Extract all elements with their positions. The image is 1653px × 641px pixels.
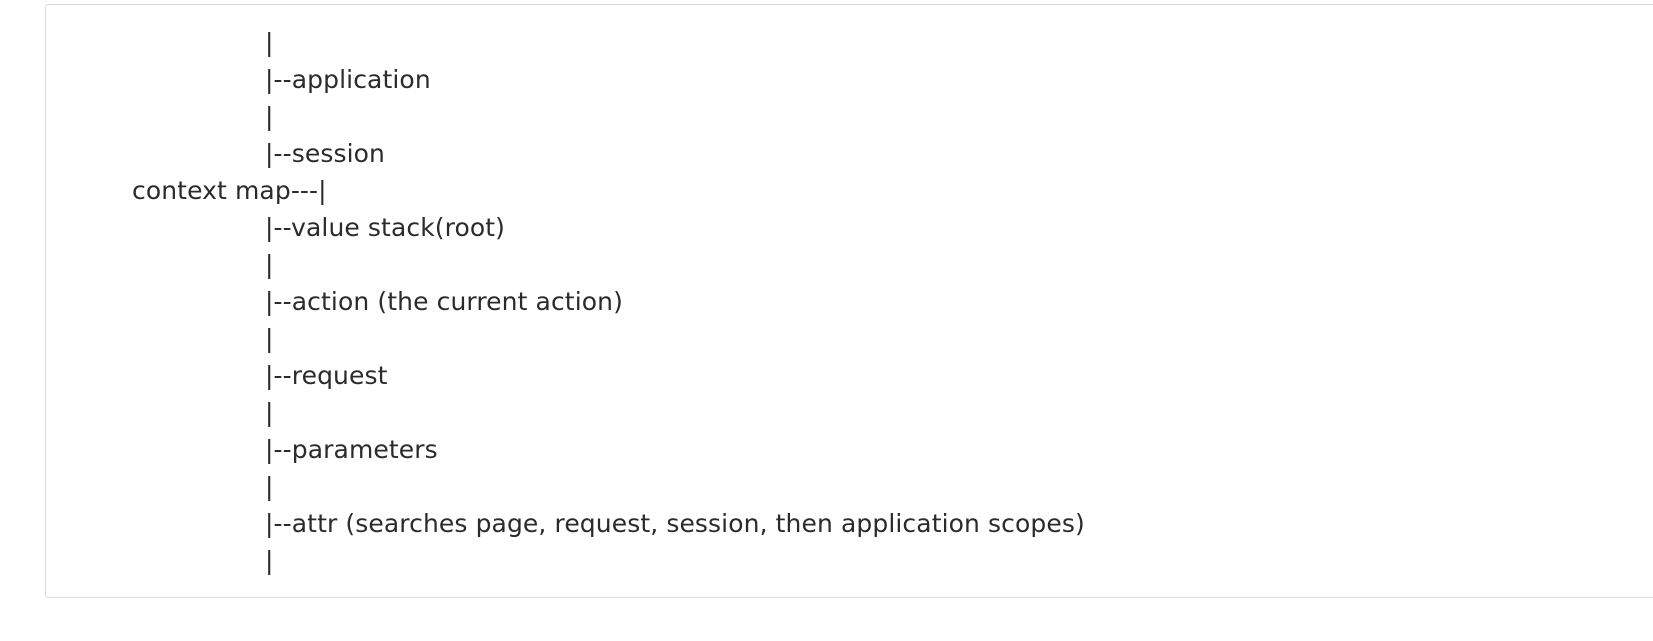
tree-connector: | <box>265 546 274 575</box>
tree-connector: | <box>265 250 274 279</box>
tree-connector: | <box>265 472 274 501</box>
tree-node-attr: |--attr (searches page, request, session… <box>265 509 1085 538</box>
tree-node-request: |--request <box>265 361 388 390</box>
tree-connector: | <box>265 28 274 57</box>
tree-node-session: |--session <box>265 139 386 168</box>
code-block: | |--application | |--session context ma… <box>45 4 1653 598</box>
tree-node-application: |--application <box>265 65 431 94</box>
tree-node-parameters: |--parameters <box>265 435 438 464</box>
tree-connector: | <box>265 102 274 131</box>
tree-node-action: |--action (the current action) <box>265 287 623 316</box>
tree-connector: | <box>265 324 274 353</box>
tree-connector: | <box>265 398 274 427</box>
tree-root-context-map: context map---| <box>132 176 327 205</box>
tree-node-value-stack: |--value stack(root) <box>265 213 506 242</box>
